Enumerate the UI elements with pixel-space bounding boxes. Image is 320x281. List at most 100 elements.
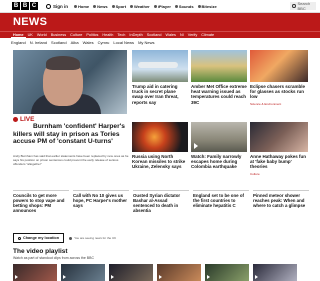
play-icon — [255, 275, 258, 279]
section-uk[interactable]: UK — [26, 32, 35, 38]
news-icon — [93, 4, 97, 8]
story-image — [132, 50, 188, 82]
story-image — [250, 50, 308, 82]
playlist-subtitle: Watch as part of standout clips from acr… — [13, 256, 94, 260]
region-england[interactable]: England — [11, 40, 26, 45]
section-verify[interactable]: Verify — [186, 32, 200, 38]
live-icon — [13, 117, 18, 122]
story-card[interactable]: Amber Met Office extreme heat warning is… — [191, 50, 247, 105]
playlist-title: The video playlist — [13, 248, 68, 255]
logo-letter: B — [12, 2, 20, 10]
play-icon — [207, 275, 210, 279]
section-health[interactable]: Health — [100, 32, 115, 38]
section-home[interactable]: Home — [11, 32, 26, 38]
section-business[interactable]: Business — [49, 32, 68, 38]
section-politics[interactable]: Politics — [84, 32, 100, 38]
topnav-home[interactable]: Home — [74, 4, 89, 9]
section-ni[interactable]: NI — [178, 32, 186, 38]
video-thumbnail[interactable] — [157, 264, 201, 281]
region-my-news[interactable]: My News — [138, 40, 154, 45]
video-thumbnail[interactable] — [61, 264, 105, 281]
topnav-sport[interactable]: Sport — [111, 4, 126, 9]
logo-letter: B — [21, 2, 29, 10]
story-tag[interactable]: Culture — [250, 172, 260, 176]
secondary-story[interactable]: Call with No 10 gives us hope, PC Harper… — [73, 190, 129, 213]
story-card[interactable]: Anne Hathaway pokes fun at 'fake baby bu… — [250, 122, 308, 176]
story-image — [250, 122, 308, 152]
secondary-stories: Councils to get more powers to stop vape… — [13, 190, 313, 213]
story-card[interactable]: Watch: Family narrowly escapes home duri… — [191, 122, 247, 170]
topnav-label: Sounds — [178, 3, 194, 9]
topnav-bitesize[interactable]: Bitesize — [197, 3, 217, 9]
video-thumbnail[interactable] — [205, 264, 249, 281]
lead-headline-text: Burnham 'confident' Harper's killers wil… — [13, 123, 125, 145]
lead-story-image[interactable] — [13, 50, 127, 114]
topnav-label: Bitesize — [201, 3, 217, 9]
region-cymru[interactable]: Cymru — [98, 40, 110, 45]
video-thumbnail[interactable] — [109, 264, 153, 281]
location-info: You are seeing news for the UK — [69, 236, 116, 240]
location-info-text: You are seeing news for the UK — [74, 236, 117, 240]
sign-in-label: Sign in — [53, 3, 68, 9]
topnav-iplayer[interactable]: iPlayer — [153, 3, 171, 9]
section-scotland[interactable]: Scotland — [145, 32, 164, 38]
video-thumbnail[interactable] — [13, 264, 57, 281]
user-icon — [46, 3, 51, 9]
bitesize-icon — [197, 4, 201, 8]
topnav-sounds[interactable]: Sounds — [174, 3, 194, 9]
top-bar: B B C Sign in Home News Sport Weather iP… — [0, 0, 320, 13]
topnav-weather[interactable]: Weather — [130, 4, 150, 9]
story-headline: Trump aid in catering truck in secret pl… — [132, 84, 179, 105]
bbc-logo[interactable]: B B C — [12, 2, 38, 10]
live-label: LIVE — [20, 116, 35, 123]
region-local-news[interactable]: Local News — [113, 40, 134, 45]
story-image — [191, 50, 247, 82]
region-scotland[interactable]: Scotland — [51, 40, 67, 45]
weather-icon — [130, 4, 134, 8]
lead-story-headline[interactable]: Burnham 'confident' Harper's killers wil… — [13, 123, 129, 146]
video-thumbnail[interactable] — [253, 264, 297, 281]
section-indepth[interactable]: InDepth — [127, 32, 144, 38]
secondary-story[interactable]: Pinned meteor shower reaches peak: When … — [253, 190, 309, 213]
topnav-label: Home — [78, 3, 90, 9]
story-card[interactable]: Russia using North Korean missiles to st… — [132, 122, 188, 170]
region-wales[interactable]: Wales — [83, 40, 94, 45]
iplayer-icon — [153, 4, 157, 8]
story-meta: Culture — [250, 172, 308, 176]
home-icon — [74, 4, 77, 8]
live-indicator: LIVE — [13, 116, 34, 123]
secondary-story[interactable]: England set to be one of the first count… — [193, 190, 249, 213]
secondary-story[interactable]: Councils to get more powers to stop vape… — [13, 190, 69, 213]
location-pin-icon — [18, 236, 21, 240]
topnav-label: iPlayer — [157, 3, 171, 9]
top-navigation: Home News Sport Weather iPlayer Sounds B… — [74, 4, 217, 9]
story-card[interactable]: Trump aid in catering truck in secret pl… — [132, 50, 188, 105]
news-title[interactable]: NEWS — [13, 16, 47, 28]
change-location-label: Change my location — [23, 236, 60, 240]
play-icon — [194, 143, 198, 149]
section-tech[interactable]: Tech — [115, 32, 127, 38]
section-world[interactable]: World — [35, 32, 49, 38]
secondary-story[interactable]: Ousted Syrian dictator Bashar al-Assad s… — [133, 190, 189, 213]
search-box[interactable]: Search BBC — [290, 1, 316, 11]
story-headline: Anne Hathaway pokes fun at 'fake baby bu… — [250, 154, 307, 170]
change-location-button[interactable]: Change my location — [13, 233, 65, 243]
play-icon — [159, 275, 162, 279]
section-wales[interactable]: Wales — [164, 32, 178, 38]
lead-story-summary: Andy Burnham has said that earlier state… — [13, 154, 129, 166]
story-tag[interactable]: Science & Environment — [250, 102, 281, 106]
search-icon — [292, 4, 296, 8]
section-culture[interactable]: Culture — [68, 32, 84, 38]
story-headline: Watch: Family narrowly escapes home duri… — [191, 154, 242, 170]
sounds-icon — [174, 4, 178, 8]
sport-icon — [111, 4, 115, 8]
sign-in-link[interactable]: Sign in — [46, 3, 68, 9]
location-notice: Change my location You are seeing news f… — [13, 233, 116, 243]
region-alba[interactable]: Alba — [71, 40, 79, 45]
region-n-ireland[interactable]: N. Ireland — [30, 40, 47, 45]
story-headline: Amber Met Office extreme heat warning is… — [191, 84, 247, 105]
story-card[interactable]: Eclipse chasers scramble for glasses as … — [250, 50, 308, 106]
section-climate[interactable]: Climate — [199, 32, 216, 38]
topnav-news[interactable]: News — [93, 4, 108, 9]
story-image — [191, 122, 247, 152]
